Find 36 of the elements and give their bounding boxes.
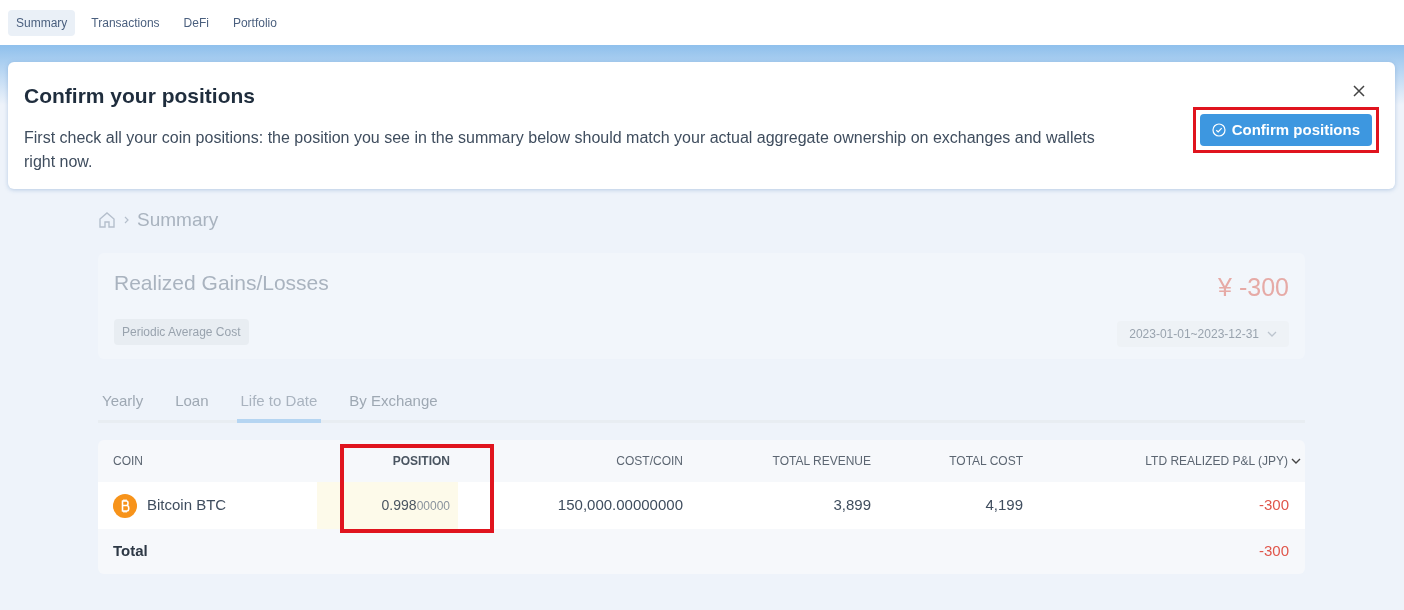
- nav-tab[interactable]: DeFi: [175, 9, 217, 36]
- chevron-down-icon: [1267, 330, 1277, 337]
- total-pnl: -300: [1258, 541, 1289, 562]
- tab[interactable]: Loan: [171, 383, 213, 423]
- chevron-right-icon: [124, 216, 129, 224]
- column-header: TOTAL COST: [949, 453, 1023, 470]
- gains-amount: ¥ -300: [1218, 272, 1289, 303]
- table-cell-text: -300: [1258, 495, 1289, 516]
- column-header: TOTAL REVENUE: [772, 453, 871, 470]
- coin-icon: [113, 493, 137, 518]
- banner-message: First check all your coin positions: the position you see in the summary below should match your actual aggregate ownership on exchanges and wallets right now.: [24, 127, 1096, 172]
- column-header: COIN: [113, 453, 143, 470]
- card-title: Realized Gains/Losses: [114, 270, 329, 296]
- close-icon[interactable]: [1353, 85, 1365, 97]
- tab[interactable]: Yearly: [98, 383, 148, 423]
- method-tag: Periodic Average Cost: [114, 318, 249, 345]
- total-label: Total: [113, 541, 148, 562]
- chevron-down-icon[interactable]: [1291, 458, 1301, 464]
- confirm-positions-button[interactable]: Confirm positions: [1199, 114, 1372, 146]
- column-header: POSITION: [392, 453, 450, 470]
- nav-tab[interactable]: Transactions: [83, 9, 168, 36]
- nav-tab[interactable]: Portfolio: [224, 9, 285, 36]
- table-cell-text: 3,899: [833, 495, 871, 516]
- nav-tab[interactable]: Summary: [8, 9, 76, 36]
- date-range-dropdown[interactable]: 2023-01-01~2023-12-31: [1117, 320, 1289, 347]
- table-cell-text: 4,199: [985, 495, 1023, 516]
- banner-title: Confirm your positions: [24, 83, 256, 109]
- position-value: 0.99800000: [381, 496, 450, 515]
- tab[interactable]: By Exchange: [345, 383, 442, 423]
- coin-name: Bitcoin BTC: [147, 495, 227, 516]
- breadcrumb-current: Summary: [137, 207, 219, 232]
- column-header: COST/COIN: [616, 453, 683, 470]
- table-cell-text: 150,000.00000000: [557, 495, 683, 516]
- check-circle-icon: [1211, 123, 1226, 137]
- column-header: LTD REALIZED P&L (JPY): [1145, 453, 1288, 470]
- tab[interactable]: Life to Date: [236, 383, 322, 423]
